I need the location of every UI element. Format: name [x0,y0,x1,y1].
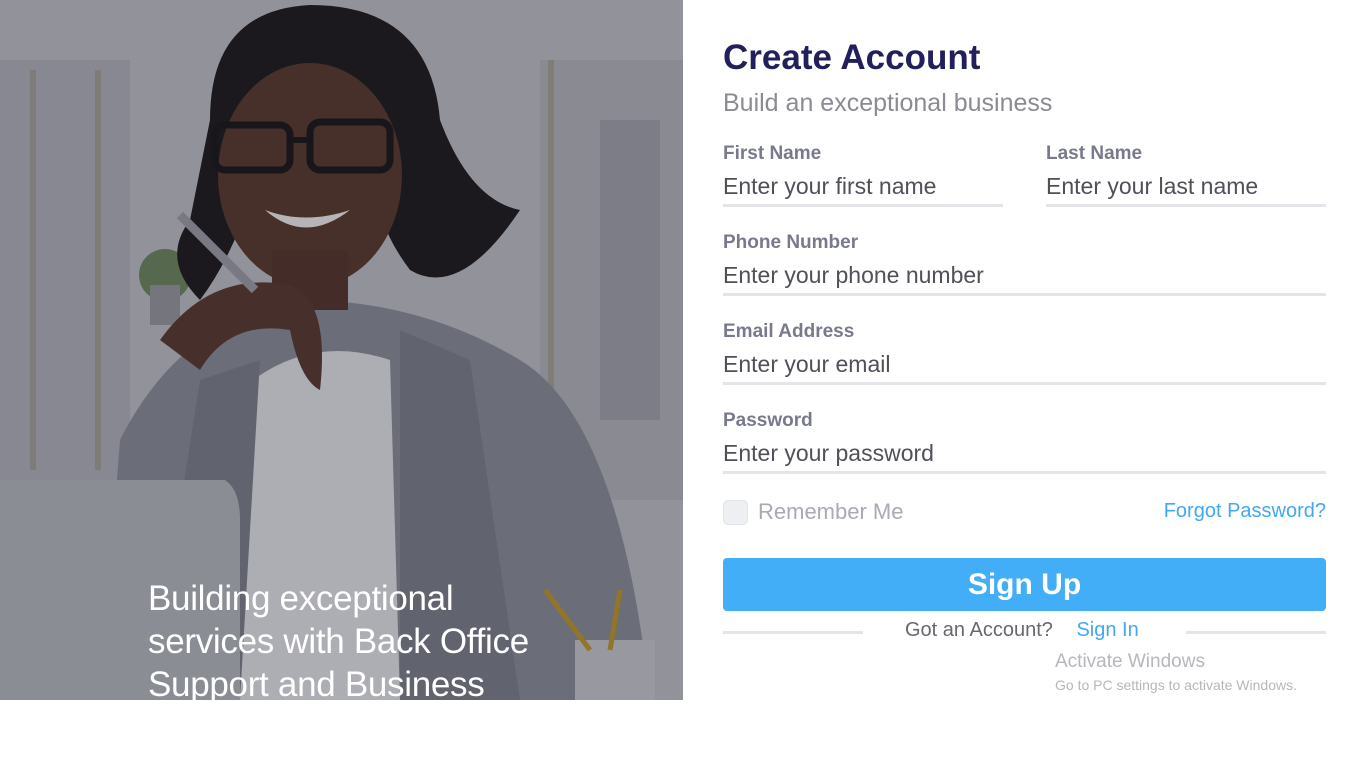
watermark-title: Activate Windows [1055,651,1205,672]
first-name-label: First Name [723,143,822,164]
divider-left [723,631,863,634]
sign-in-prompt: Got an Account? Sign In [905,619,1139,642]
watermark-subtitle: Go to PC settings to activate Windows. [1055,677,1297,693]
sign-in-link[interactable]: Sign In [1076,619,1138,641]
divider-right [1186,631,1326,634]
phone-input[interactable] [723,262,1326,296]
email-label: Email Address [723,321,855,342]
last-name-input[interactable] [1046,173,1326,207]
hero-panel: Building exceptional services with Back … [0,0,683,700]
first-name-group: First Name [723,143,1003,207]
windows-activation-watermark: Activate Windows Go to PC settings to ac… [1055,651,1297,693]
remember-me-label[interactable]: Remember Me [758,499,903,525]
account-prompt-text: Got an Account? [905,619,1053,641]
password-input[interactable] [723,440,1326,474]
page-subtitle: Build an exceptional business [723,89,1053,117]
phone-group: Phone Number [723,232,1326,296]
password-label: Password [723,410,813,431]
email-group: Email Address [723,321,1326,385]
checkbox-icon[interactable] [723,499,748,525]
last-name-group: Last Name [1046,143,1326,207]
last-name-label: Last Name [1046,143,1143,164]
hero-caption: Building exceptional services with Back … [148,579,529,700]
page-title: Create Account [723,38,981,77]
remember-me-row[interactable]: Remember Me [723,499,903,525]
first-name-input[interactable] [723,173,1003,207]
phone-label: Phone Number [723,232,859,253]
sign-up-button[interactable]: Sign Up [723,558,1326,611]
email-input[interactable] [723,351,1326,385]
forgot-password-link[interactable]: Forgot Password? [1164,500,1326,523]
signup-form: Create Account Build an exceptional busi… [723,0,1326,700]
password-group: Password [723,410,1326,474]
